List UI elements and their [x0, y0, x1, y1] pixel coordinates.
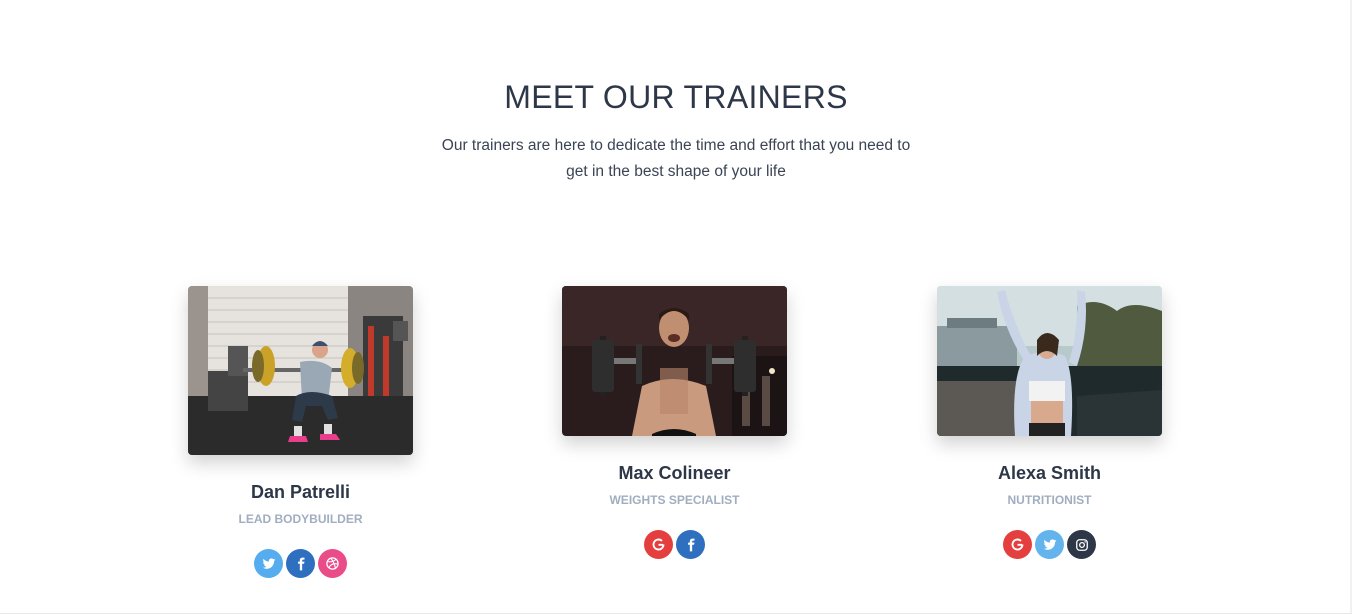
section-subtitle: Our trainers are here to dedicate the ti… — [426, 133, 926, 185]
trainer-role: NUTRITIONIST — [1007, 493, 1092, 507]
google-button[interactable] — [644, 530, 673, 559]
trainer-role: LEAD BODYBUILDER — [238, 512, 363, 526]
social-links — [188, 549, 413, 578]
facebook-icon — [687, 538, 694, 551]
dribbble-button[interactable] — [318, 549, 347, 578]
subtitle-line-2: get in the best shape of your life — [566, 163, 786, 180]
trainer-role: WEIGHTS SPECIALIST — [609, 493, 740, 507]
social-links — [562, 530, 787, 559]
trainer-photo — [188, 286, 413, 455]
trainer-photo — [937, 286, 1162, 436]
facebook-button[interactable] — [676, 530, 705, 559]
instagram-icon — [1075, 538, 1088, 551]
trainer-photo — [562, 286, 787, 436]
trainer-name: Dan Patrelli — [250, 482, 351, 502]
twitter-button[interactable] — [254, 549, 283, 578]
instagram-button[interactable] — [1067, 530, 1096, 559]
subtitle-line-1: Our trainers are here to dedicate the ti… — [441, 137, 911, 154]
social-links — [937, 530, 1162, 559]
trainer-name: Max Colineer — [618, 463, 731, 483]
twitter-button[interactable] — [1035, 530, 1064, 559]
google-icon — [1011, 538, 1024, 551]
facebook-icon — [297, 557, 304, 570]
dribbble-icon — [326, 557, 339, 570]
facebook-button[interactable] — [286, 549, 315, 578]
twitter-icon — [262, 557, 275, 569]
trainer-name: Alexa Smith — [997, 463, 1102, 483]
google-button[interactable] — [1003, 530, 1032, 559]
google-icon — [652, 538, 665, 551]
trainer-card: Dan Patrelli LEAD BODYBUILDER — [188, 286, 413, 578]
section-title: MEET OUR TRAINERS — [504, 79, 848, 115]
twitter-icon — [1043, 538, 1056, 550]
trainer-card: Max Colineer WEIGHTS SPECIALIST — [562, 286, 787, 559]
trainer-card: Alexa Smith NUTRITIONIST — [937, 286, 1162, 559]
trainers-page: MEET OUR TRAINERS Our trainers are here … — [0, 0, 1352, 614]
